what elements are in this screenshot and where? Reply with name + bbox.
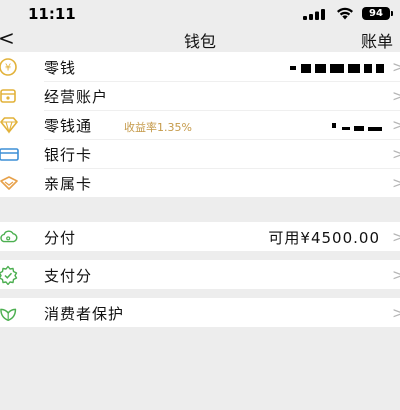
page-title: 钱包 — [183, 32, 216, 51]
chevron-right-icon: > — [392, 228, 400, 246]
list-item-label: 零钱通 — [44, 117, 93, 135]
chevron-right-icon: > — [392, 87, 400, 105]
chevron-right-icon: > — [392, 174, 400, 192]
list-item-fenfu[interactable]: 分付 可用¥4500.00 > — [0, 222, 400, 251]
battery-icon: 94 — [362, 7, 393, 20]
list-item-label: 经营账户 — [44, 88, 109, 106]
masked-balance — [290, 64, 384, 73]
merchant-account-icon — [0, 89, 16, 103]
fenfu-cloud-icon — [0, 230, 18, 243]
list-item-label: 零钱 — [44, 59, 77, 77]
list-item-bank-card[interactable]: 银行卡 > — [0, 139, 400, 168]
nav-bar: < 钱包 账单 — [0, 26, 400, 52]
status-time: 11:11 — [28, 5, 76, 23]
list-item-label: 消费者保护 — [44, 305, 125, 323]
bill-button[interactable]: 账单 — [361, 28, 393, 52]
consumer-protection-icon — [0, 308, 17, 322]
wallet-group-consumer-protection: 消费者保护 > — [0, 298, 400, 327]
svg-text:¥: ¥ — [5, 63, 11, 74]
chevron-right-icon: > — [392, 304, 400, 322]
chevron-right-icon: > — [392, 116, 400, 134]
wallet-group-main: ¥ 零钱 > 经营账户 > 零钱通 收益率1.35% > 银行卡 > 亲属卡 > — [0, 52, 400, 197]
wallet-group-pay-score: 支付分 > — [0, 260, 400, 289]
list-item-family-card[interactable]: 亲属卡 > — [0, 168, 400, 197]
wifi-icon — [337, 7, 353, 20]
family-card-icon — [0, 176, 18, 190]
status-bar: 11:11 94 — [0, 0, 400, 26]
list-item-merchant-account[interactable]: 经营账户 > — [0, 81, 400, 110]
pay-score-icon — [0, 265, 18, 285]
signal-icon — [303, 9, 325, 20]
list-item-label: 支付分 — [44, 267, 93, 285]
chevron-right-icon: > — [392, 58, 400, 76]
diamond-icon — [0, 117, 18, 134]
list-item-consumer-protection[interactable]: 消费者保护 > — [0, 298, 400, 327]
list-item-pay-score[interactable]: 支付分 > — [0, 260, 400, 289]
list-item-change[interactable]: ¥ 零钱 > — [0, 52, 400, 81]
list-item-label: 分付 — [44, 229, 77, 247]
list-item-lingqiantong[interactable]: 零钱通 收益率1.35% > — [0, 110, 400, 139]
wallet-screen: 11:11 94 < 钱包 账单 ¥ 零钱 > 经营账户 > 零钱通 收益率1.… — [0, 0, 400, 410]
bank-card-icon — [0, 148, 19, 161]
chevron-right-icon: > — [392, 266, 400, 284]
chevron-right-icon: > — [392, 145, 400, 163]
yield-rate-tag: 收益率1.35% — [124, 121, 192, 134]
list-item-label: 亲属卡 — [44, 175, 93, 193]
list-item-label: 银行卡 — [44, 146, 93, 164]
coin-icon: ¥ — [0, 58, 17, 76]
wallet-group-fenfu: 分付 可用¥4500.00 > — [0, 222, 400, 251]
masked-balance — [332, 123, 382, 132]
available-credit-value: 可用¥4500.00 — [268, 229, 380, 247]
